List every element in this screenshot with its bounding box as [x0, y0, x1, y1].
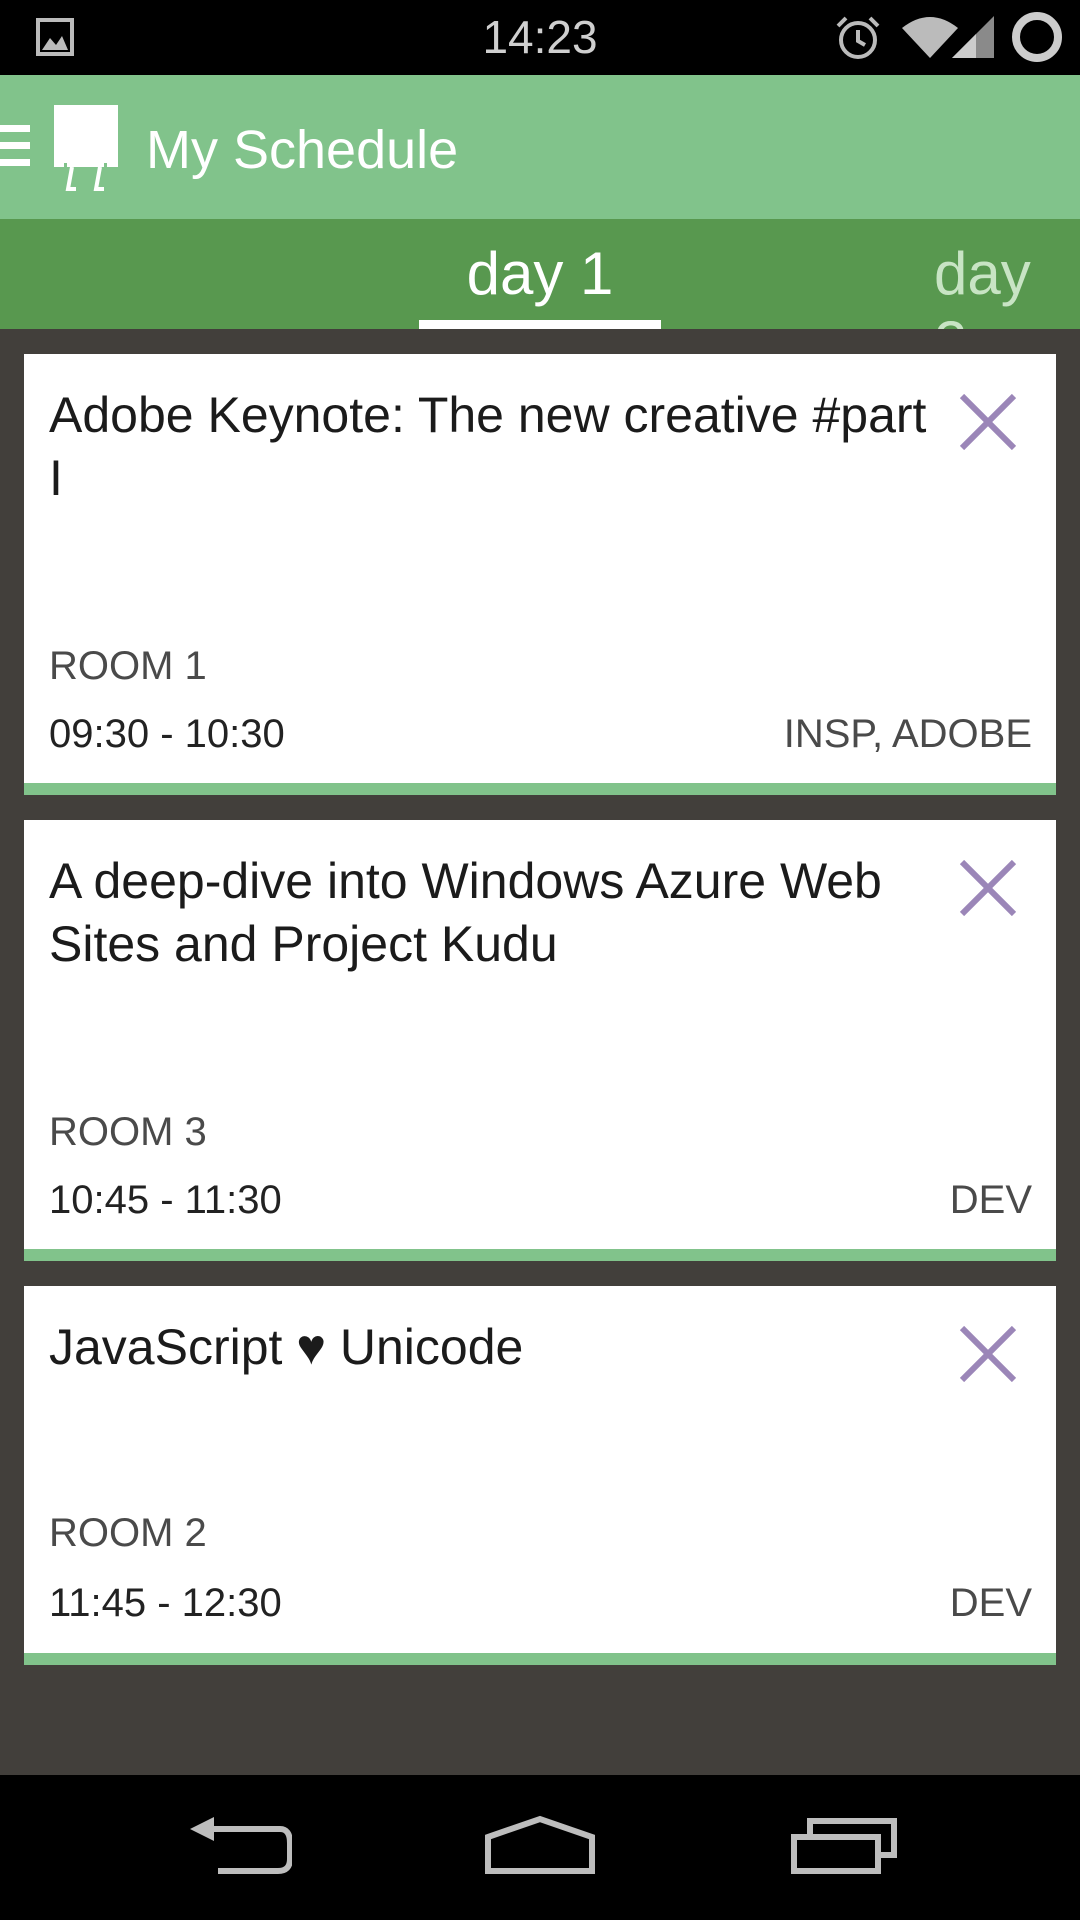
session-room: ROOM 3 — [49, 1110, 207, 1154]
session-time: 09:30 - 10:30 — [49, 712, 285, 756]
tab-day-1[interactable]: day 1 — [420, 239, 660, 308]
menu-icon[interactable] — [0, 125, 30, 167]
tab-indicator — [419, 320, 661, 329]
back-icon[interactable] — [188, 1815, 292, 1875]
session-track: INSP, ADOBE — [783, 712, 1032, 756]
close-icon[interactable] — [960, 860, 1016, 916]
app-logo-icon[interactable] — [54, 105, 118, 191]
session-title: Adobe Keynote: The new creative #part I — [49, 387, 927, 506]
close-icon[interactable] — [960, 1326, 1016, 1382]
session-card[interactable]: A deep-dive into Windows Azure Web Sites… — [24, 820, 1056, 1261]
session-room: ROOM 2 — [49, 1511, 207, 1555]
recents-icon[interactable] — [790, 1815, 898, 1875]
navigation-bar — [0, 1775, 1080, 1920]
day-tabs: day 1 day 2 — [0, 219, 1080, 376]
page-title: My Schedule — [146, 120, 459, 180]
status-bar: 14:23 — [0, 0, 1080, 75]
session-time: 11:45 - 12:30 — [49, 1581, 282, 1625]
session-track: DEV — [949, 1178, 1032, 1222]
session-card[interactable]: JavaScript ♥ Unicode ROOM 2 11:45 - 12:3… — [24, 1286, 1056, 1665]
session-room: ROOM 1 — [49, 644, 207, 688]
loading-icon — [1012, 12, 1062, 62]
home-icon[interactable] — [484, 1815, 596, 1875]
signal-icon — [952, 16, 994, 58]
session-time: 10:45 - 11:30 — [49, 1178, 282, 1222]
alarm-icon — [836, 16, 880, 59]
close-icon[interactable] — [960, 394, 1016, 450]
session-title: JavaScript ♥ Unicode — [49, 1319, 524, 1375]
session-title: A deep-dive into Windows Azure Web Sites… — [49, 853, 882, 972]
app-bar: My Schedule — [0, 75, 1080, 219]
session-card[interactable]: Adobe Keynote: The new creative #part I … — [24, 354, 1056, 795]
session-track: DEV — [949, 1581, 1032, 1625]
schedule-list: Adobe Keynote: The new creative #part I … — [0, 329, 1080, 1775]
